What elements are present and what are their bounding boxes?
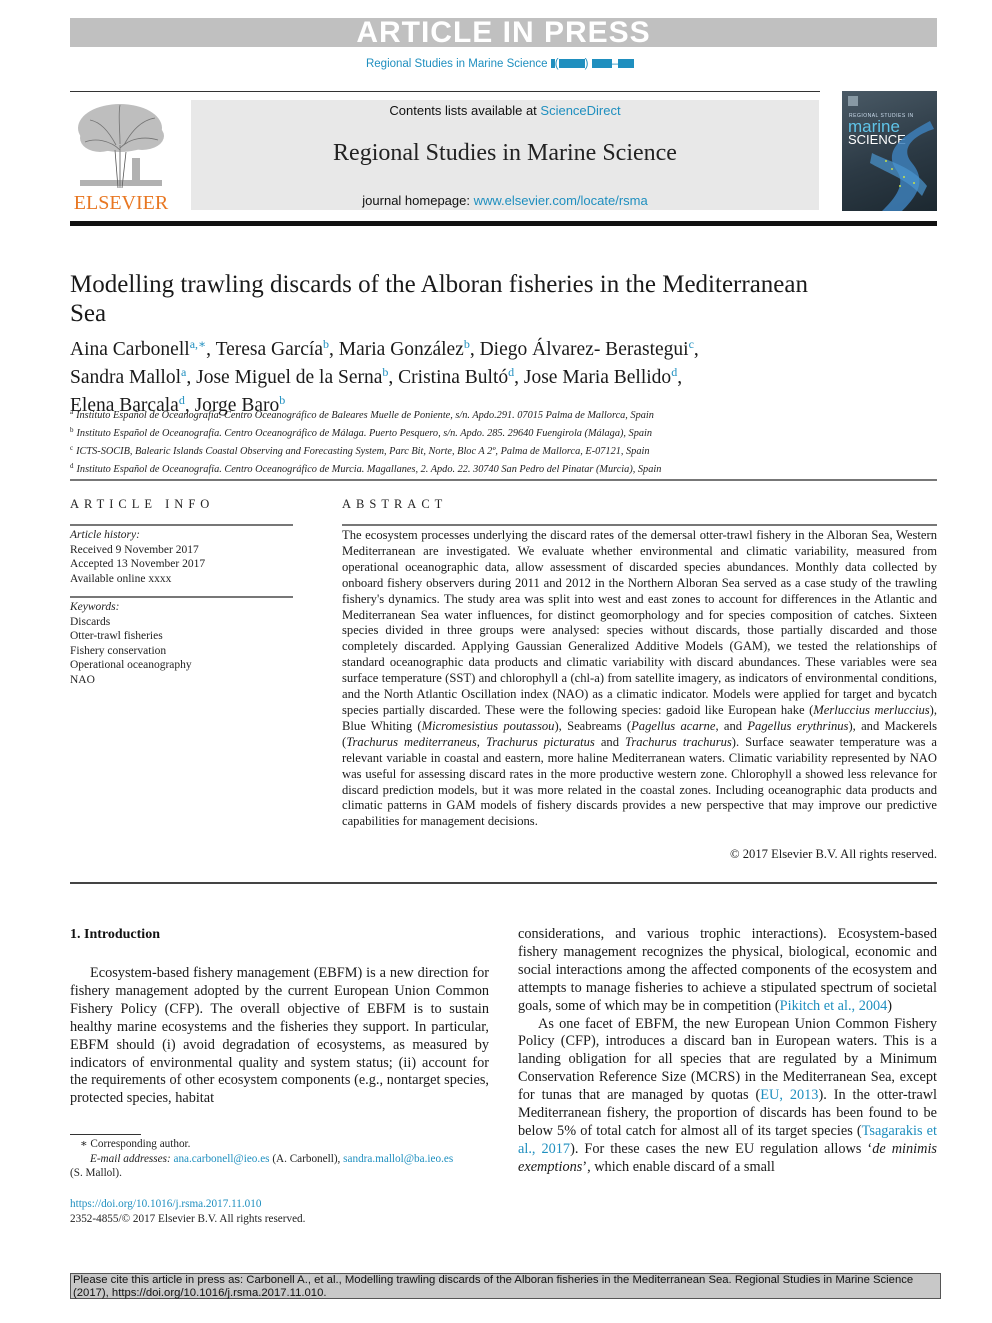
doi-block: https://doi.org/10.1016/j.rsma.2017.11.0… [70, 1197, 500, 1226]
affiliation: d Instituto Español de Oceanografía. Cent… [70, 462, 662, 475]
keyword: Fishery conservation [70, 644, 167, 657]
journal-title: Regional Studies in Marine Science [333, 140, 677, 166]
email-addresses: E-mail addresses: ana.carbonell@ieo.es (… [90, 1152, 454, 1165]
email-link[interactable]: sandra.mallol@ba.ieo.es [343, 1153, 453, 1165]
affiliation: b Instituto Español de Oceanografía. Cent… [70, 426, 653, 439]
author[interactable]: Teresa Garcíab, [216, 337, 339, 360]
section-heading-introduction: 1. Introduction [70, 927, 160, 942]
paragraph: considerations, and various trophic inte… [518, 926, 937, 1014]
contents-line: Contents lists available at ScienceDirec… [389, 103, 621, 118]
author[interactable]: Aina Carbonella,∗, [70, 337, 216, 360]
keywords: Keywords: Discards Otter-trawl fisheries… [70, 600, 293, 687]
body-column-right: considerations, and various trophic inte… [518, 926, 937, 1177]
footnotes: ∗ Corresponding author. E-mail addresses… [70, 1137, 500, 1181]
section-divider [70, 479, 937, 481]
citation-notice-box: Please cite this article in press as: Ca… [70, 1273, 941, 1299]
article-history: Article history: Received 9 November 201… [70, 528, 293, 586]
species-name: Trachurus trachurus [625, 734, 732, 749]
journal-ref-title[interactable]: Regional Studies in Marine Science [366, 58, 548, 70]
cover-fish-swirl-icon [870, 121, 934, 211]
abstract-copyright: © 2017 Elsevier B.V. All rights reserved… [730, 847, 937, 861]
keyword: Operational oceanography [70, 659, 192, 671]
corresponding-author-note: ∗ Corresponding author. [80, 1138, 191, 1150]
journal-homepage-link[interactable]: www.elsevier.com/locate/rsma [474, 193, 648, 208]
elsevier-wordmark: ELSEVIER [73, 192, 169, 214]
keywords-label: Keywords: [70, 601, 120, 613]
author[interactable]: Jose Maria Bellidod, [524, 365, 682, 388]
abstract-heading: ABSTRACT [342, 497, 448, 511]
species-name: Trachurus mediterraneus [346, 734, 477, 749]
history-received: Received 9 November 2017 [70, 543, 199, 556]
body-column-left: Ecosystem-based fishery management (EBFM… [70, 965, 489, 1108]
species-name: Merluccius merluccius [813, 702, 930, 717]
journal-cover-image[interactable]: REGIONAL STUDIES IN marine SCIENCE [842, 91, 937, 211]
species-name: Micromesistius poutassou [421, 718, 555, 733]
article-info-rule [70, 524, 293, 526]
citation-link[interactable]: EU, 2013 [760, 1087, 818, 1103]
history-accepted: Accepted 13 November 2017 [70, 558, 206, 570]
history-online: Available online xxxx [70, 572, 172, 585]
article-info-heading: ARTICLE INFO [70, 497, 215, 511]
abstract-segment: and [594, 734, 626, 749]
species-name: Pagellus erythrinus [747, 718, 849, 733]
abstract-segment: ), Seabreams ( [554, 718, 632, 733]
keyword: NAO [70, 673, 95, 686]
paragraph: Ecosystem-based fishery management (EBFM… [70, 965, 489, 1107]
article-in-press-banner: ARTICLE IN PRESS [70, 18, 937, 48]
paragraph: As one facet of EBFM, the new European U… [518, 1015, 937, 1175]
species-name: Trachurus picturatus [485, 734, 595, 749]
header-thick-rule [70, 221, 937, 226]
author[interactable]: Maria Gonzálezb, [339, 337, 480, 360]
journal-reference-line: Regional Studies in Marine Science () – [0, 58, 992, 70]
species-name: Pagellus acarne [631, 718, 716, 733]
sciencedirect-link[interactable]: ScienceDirect [540, 103, 620, 118]
page-end-placeholder-bar [618, 59, 635, 68]
author[interactable]: Cristina Bultód, [398, 365, 524, 388]
footnote-rule [70, 1134, 141, 1135]
citation-link[interactable]: Pikitch et al., 2004 [780, 998, 888, 1014]
header-top-rule [70, 91, 820, 92]
paper-title: Modelling trawling discards of the Albor… [70, 271, 808, 327]
year-placeholder-bar [558, 59, 585, 68]
page-start-placeholder-bar [591, 59, 612, 68]
abstract-segment: The ecosystem processes underlying the d… [342, 528, 937, 717]
journal-homepage-line: journal homepage: www.elsevier.com/locat… [362, 193, 648, 208]
doi-link[interactable]: https://doi.org/10.1016/j.rsma.2017.11.0… [70, 1198, 261, 1210]
keyword: Otter-trawl fisheries [70, 630, 163, 642]
abstract-segment: , [476, 734, 486, 749]
abstract-text: The ecosystem processes underlying the d… [342, 528, 937, 830]
author[interactable]: Diego Álvarez- Berasteguic, [480, 337, 699, 360]
issn-copyright: 2352-4855/© 2017 Elsevier B.V. All right… [70, 1212, 306, 1225]
section-divider [70, 882, 937, 884]
author[interactable]: Sandra Mallola, [70, 365, 196, 388]
author[interactable]: Jose Miguel de la Sernab, [196, 365, 398, 388]
email-owner: (S. Mallol). [70, 1167, 122, 1180]
history-label: Article history: [70, 529, 140, 541]
affiliation: a Instituto Español de Oceanografía. Cent… [70, 408, 654, 421]
affiliation: c ICTS-SOCIB, Balearic Islands Coastal Ob… [70, 444, 650, 457]
affiliations: a Instituto Español de Oceanografía. Cent… [70, 405, 940, 477]
keyword: Discards [70, 615, 111, 628]
email-link[interactable]: ana.carbonell@ieo.es [173, 1153, 269, 1165]
article-info-rule [70, 596, 293, 598]
abstract-segment: , and [715, 718, 748, 733]
abstract-rule [342, 524, 937, 526]
